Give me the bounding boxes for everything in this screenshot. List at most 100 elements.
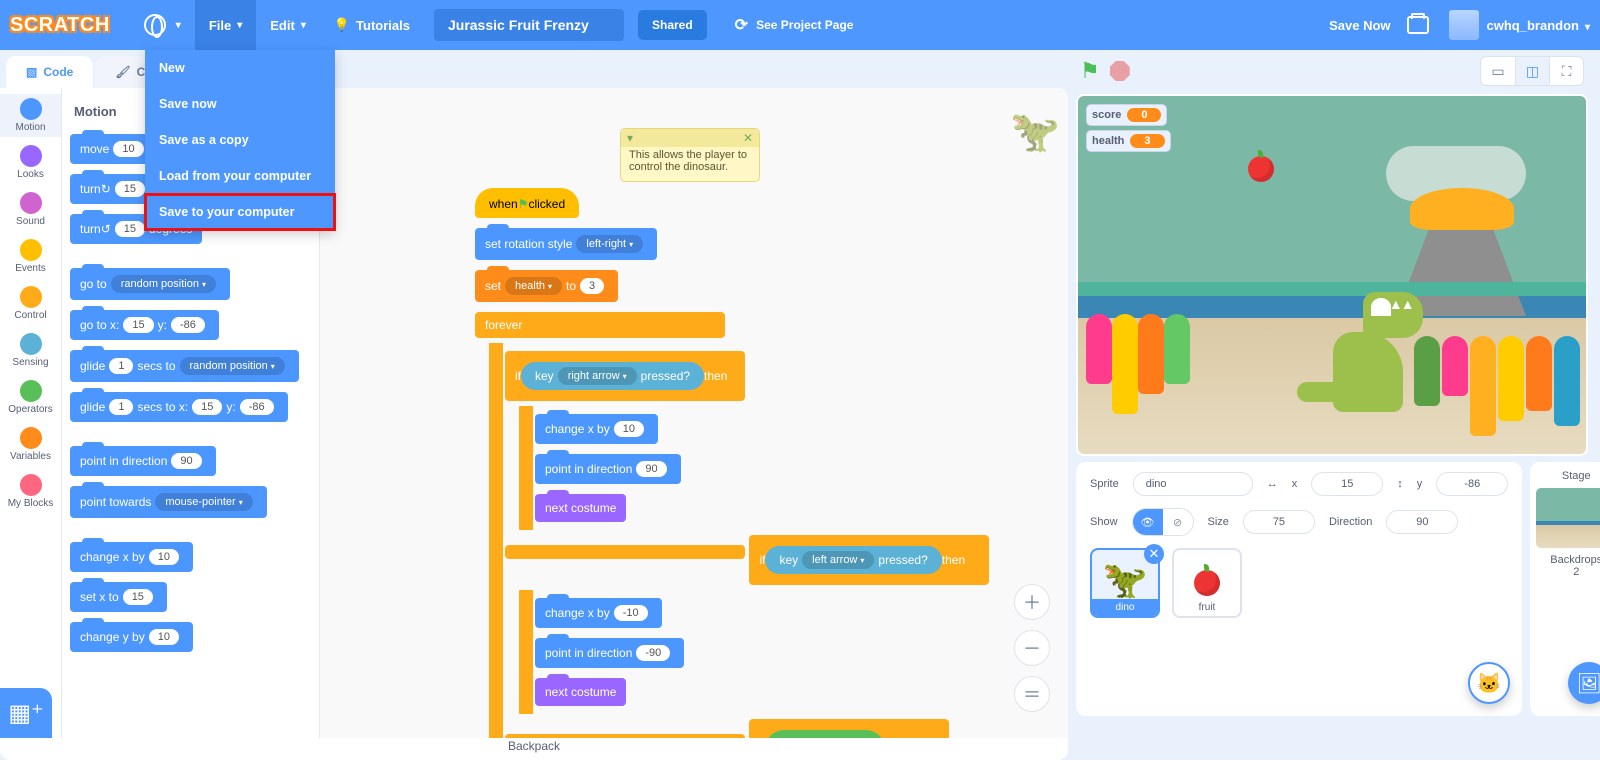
edit-menu-button[interactable]: Edit▾ — [256, 0, 320, 50]
backdrops-count: 2 — [1536, 566, 1600, 578]
stage-canvas[interactable]: score0 health3 ▲▲▲ — [1076, 94, 1588, 456]
show-label: Show — [1090, 516, 1118, 528]
block-if-health[interactable]: if health = 0 then — [749, 719, 949, 738]
block-point-direction[interactable]: point in direction90 — [70, 446, 216, 476]
language-menu[interactable]: ▾ — [130, 0, 195, 50]
file-menu-button[interactable]: File▾ — [195, 0, 256, 50]
sprite-dino-on-stage[interactable]: ▲▲▲ — [1323, 292, 1423, 412]
file-menu-load[interactable]: Load from your computer — [145, 158, 335, 194]
block-change-y[interactable]: change y by10 — [70, 622, 193, 652]
block-if-right[interactable]: if keyright arrow▾pressed? then — [505, 351, 745, 401]
xy-icon: ↔ — [1267, 478, 1278, 490]
comment-collapse-icon[interactable]: ▾ — [627, 131, 633, 145]
file-menu-new[interactable]: New — [145, 50, 335, 86]
file-menu-save-copy[interactable]: Save as a copy — [145, 122, 335, 158]
add-sprite-button[interactable]: 🐱 — [1468, 662, 1510, 704]
sprite-name-input[interactable] — [1133, 472, 1253, 496]
script-workspace[interactable]: 🦖 ▾✕ This allows the player to control t… — [320, 88, 1068, 738]
block-forever[interactable]: forever — [475, 312, 725, 338]
stop-button[interactable] — [1110, 61, 1130, 81]
zoom-reset-button[interactable]: ＝ — [1014, 676, 1050, 712]
file-dropdown-menu: New Save now Save as a copy Load from yo… — [145, 50, 335, 230]
block-change-x-right[interactable]: change x by10 — [535, 414, 658, 444]
hud-score[interactable]: score0 — [1086, 104, 1167, 126]
block-set-x[interactable]: set x to15 — [70, 582, 167, 612]
sprite-tile-dino[interactable]: ✕ 🦖 dino — [1090, 548, 1160, 618]
block-when-flag-clicked[interactable]: when ⚑ clicked — [475, 188, 579, 218]
stage-thumbnail[interactable] — [1536, 488, 1600, 548]
block-point-towards[interactable]: point towardsmouse-pointer▾ — [70, 486, 267, 518]
sprite-y-input[interactable] — [1436, 472, 1508, 496]
sprite-size-input[interactable] — [1243, 510, 1315, 534]
script-stack[interactable]: when ⚑ clicked set rotation styleleft-ri… — [475, 183, 989, 738]
sprite-fruit-on-stage[interactable] — [1248, 156, 1274, 182]
block-point-dir-right[interactable]: point in direction90 — [535, 454, 681, 484]
sprite-tile-fruit[interactable]: fruit — [1172, 548, 1242, 618]
hide-icon[interactable]: ⊘ — [1163, 509, 1193, 535]
block-change-x-left[interactable]: change x by-10 — [535, 598, 662, 628]
category-events[interactable]: Events — [0, 235, 61, 278]
block-if-left[interactable]: if keyleft arrow▾pressed? then — [749, 535, 989, 585]
block-goto-random[interactable]: go torandom position▾ — [70, 268, 230, 300]
comment-close-icon[interactable]: ✕ — [743, 131, 753, 145]
category-operators[interactable]: Operators — [0, 376, 61, 419]
zoom-out-button[interactable]: － — [1014, 630, 1050, 666]
add-backdrop-button[interactable]: 🖼 — [1568, 662, 1600, 704]
backdrops-label: Backdrops — [1536, 554, 1600, 566]
block-next-costume-1[interactable]: next costume — [535, 494, 626, 522]
zoom-controls: ＋ － ＝ — [1014, 584, 1050, 712]
my-stuff-icon[interactable] — [1407, 16, 1429, 34]
block-set-rotation-style[interactable]: set rotation styleleft-right▾ — [475, 228, 657, 260]
sprite-direction-input[interactable] — [1386, 510, 1458, 534]
stage-large-button[interactable]: ◫ — [1515, 57, 1549, 85]
category-sound[interactable]: Sound — [0, 188, 61, 231]
file-menu-save-now[interactable]: Save now — [145, 86, 335, 122]
hud-health[interactable]: health3 — [1086, 130, 1171, 152]
user-avatar[interactable] — [1449, 10, 1479, 40]
category-motion[interactable]: Motion — [0, 94, 61, 137]
block-set-variable[interactable]: sethealth▾to3 — [475, 270, 618, 302]
project-title-input[interactable] — [434, 9, 624, 41]
sprite-watermark-icon: 🦖 — [1010, 108, 1050, 158]
lightbulb-icon: 💡 — [334, 17, 350, 33]
save-now-button[interactable]: Save Now — [1329, 18, 1390, 33]
globe-icon — [144, 14, 166, 36]
block-glide-random[interactable]: glide1secs torandom position▾ — [70, 350, 299, 382]
stage-full-button[interactable]: ⛶ — [1549, 57, 1583, 85]
tutorials-button[interactable]: 💡Tutorials — [320, 0, 424, 50]
zoom-in-button[interactable]: ＋ — [1014, 584, 1050, 620]
block-point-dir-left[interactable]: point in direction-90 — [535, 638, 684, 668]
file-menu-save-local[interactable]: Save to your computer — [145, 194, 335, 230]
category-my-blocks[interactable]: My Blocks — [0, 470, 61, 513]
stage-small-button[interactable]: ▭ — [1481, 57, 1515, 85]
menu-bar: SCRATCH ▾ File▾ Edit▾ 💡Tutorials Shared … — [0, 0, 1600, 50]
category-looks[interactable]: Looks — [0, 141, 61, 184]
green-flag-button[interactable]: ⚑ — [1080, 58, 1100, 84]
category-control[interactable]: Control — [0, 282, 61, 325]
block-change-x[interactable]: change x by10 — [70, 542, 193, 572]
show-icon[interactable]: 👁 — [1133, 509, 1163, 535]
see-project-page-button[interactable]: ⟳See Project Page — [721, 0, 868, 50]
code-tab[interactable]: ▧Code — [6, 56, 93, 88]
sprite-list: ✕ 🦖 dino fruit — [1090, 548, 1508, 618]
show-hide-toggle[interactable]: 👁 ⊘ — [1132, 508, 1194, 536]
category-sensing[interactable]: Sensing — [0, 329, 61, 372]
delete-sprite-icon[interactable]: ✕ — [1144, 544, 1164, 564]
shared-button[interactable]: Shared — [638, 10, 707, 40]
y-icon: ↕ — [1397, 478, 1403, 490]
stage-plants-right — [1414, 336, 1580, 436]
block-key-pressed-left[interactable]: keyleft arrow▾pressed? — [765, 546, 941, 574]
block-key-pressed-right[interactable]: keyright arrow▾pressed? — [521, 362, 704, 390]
size-label: Size — [1208, 516, 1229, 528]
category-variables[interactable]: Variables — [0, 423, 61, 466]
block-goto-xy[interactable]: go to x:15y:-86 — [70, 310, 219, 340]
block-next-costume-2[interactable]: next costume — [535, 678, 626, 706]
block-glide-xy[interactable]: glide1secs to x:15y:-86 — [70, 392, 288, 422]
script-comment[interactable]: ▾✕ This allows the player to control the… — [620, 128, 760, 182]
add-extension-button[interactable]: ▦⁺ — [0, 688, 52, 738]
scratch-logo[interactable]: SCRATCH — [10, 14, 110, 37]
sprite-x-input[interactable] — [1311, 472, 1383, 496]
block-equals[interactable]: health = 0 — [765, 730, 885, 738]
stage-selector[interactable]: Stage Backdrops 2 🖼 — [1530, 462, 1600, 716]
username-label[interactable]: cwhq_brandon▾ — [1487, 18, 1590, 33]
